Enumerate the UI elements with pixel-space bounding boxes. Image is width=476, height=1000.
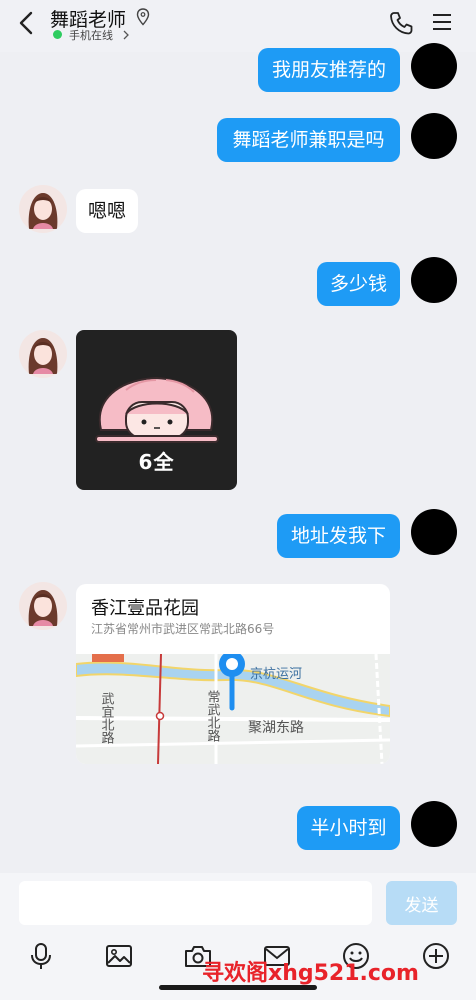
chat-header: 舞蹈老师 手机在线 — [0, 0, 476, 52]
image-message[interactable]: 6全 — [76, 330, 237, 490]
message-input-bar: 发送 — [0, 873, 476, 933]
map-label-road-east: 聚湖东路 — [248, 720, 304, 736]
my-avatar[interactable] — [411, 43, 457, 89]
menu-icon[interactable] — [431, 11, 453, 33]
my-avatar[interactable] — [411, 257, 457, 303]
contact-avatar[interactable] — [19, 582, 67, 630]
contact-avatar[interactable] — [19, 185, 67, 233]
incoming-message[interactable]: 嗯嗯 — [76, 189, 138, 233]
location-pin-icon — [136, 8, 150, 26]
send-button[interactable]: 发送 — [386, 881, 457, 925]
outgoing-message[interactable]: 多少钱 — [317, 262, 400, 306]
chevron-right-icon — [123, 30, 129, 40]
location-address: 江苏省常州市武进区常武北路66号 — [91, 622, 275, 636]
watermark-text: 寻欢阁xhg521.com — [202, 961, 419, 986]
contact-avatar-image — [19, 330, 67, 378]
outgoing-message[interactable]: 舞蹈老师兼职是吗 — [217, 118, 400, 162]
chevron-left-icon[interactable] — [14, 8, 40, 38]
microphone-icon[interactable] — [26, 941, 56, 971]
message-input[interactable] — [19, 881, 372, 925]
sticker-caption: 6全 — [138, 450, 175, 474]
my-avatar[interactable] — [411, 509, 457, 555]
contact-avatar[interactable] — [19, 330, 67, 378]
location-card[interactable]: 香江壹品花园 江苏省常州市武进区常武北路66号 京杭运河 聚湖东路 常武北路 武… — [76, 584, 390, 764]
my-avatar[interactable] — [411, 801, 457, 847]
outgoing-message[interactable]: 地址发我下 — [277, 514, 400, 558]
home-indicator[interactable] — [159, 985, 317, 990]
add-icon[interactable] — [421, 941, 451, 971]
map-label-road-changwu: 常武北路 — [205, 690, 221, 742]
image-icon[interactable] — [104, 941, 134, 971]
online-status[interactable]: 手机在线 — [69, 27, 113, 43]
map-label-canal: 京杭运河 — [250, 667, 302, 682]
map-label-road-wuyi: 武宜北路 — [99, 692, 115, 744]
outgoing-message[interactable]: 我朋友推荐的 — [258, 48, 400, 92]
online-indicator — [53, 30, 62, 39]
map-preview[interactable]: 京杭运河 聚湖东路 常武北路 武宜北路 — [76, 654, 390, 764]
contact-avatar-image — [19, 185, 67, 233]
location-title: 香江壹品花园 — [91, 598, 199, 619]
my-avatar[interactable] — [411, 113, 457, 159]
contact-avatar-image — [19, 582, 67, 630]
outgoing-message[interactable]: 半小时到 — [297, 806, 400, 850]
phone-icon[interactable] — [388, 10, 414, 36]
